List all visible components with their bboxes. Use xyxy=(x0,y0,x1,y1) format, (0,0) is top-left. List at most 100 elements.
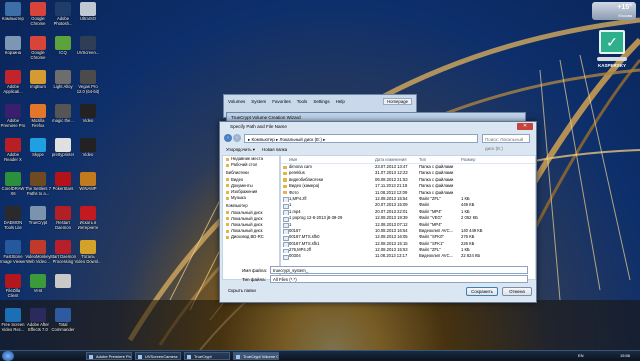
desktop-icon[interactable]: Компьютер xyxy=(0,2,27,22)
nav-item[interactable]: Музыка xyxy=(223,195,279,201)
desktop-icon[interactable]: ImgBurn xyxy=(24,70,52,90)
taskbar-button-truecrypt[interactable]: TrueCrypt xyxy=(184,352,230,360)
taskbar-button-uvscreen[interactable]: UVScreenCamera xyxy=(135,352,181,360)
desktop-icon[interactable]: UVScreen... xyxy=(74,36,102,56)
desktop-icon-label: Mozilla Firefox xyxy=(31,118,45,128)
desktop-icon[interactable]: prettyprinter xyxy=(49,138,77,158)
menu-item[interactable]: Help xyxy=(336,99,345,104)
desktop-icon[interactable]: Adobe Reader X xyxy=(0,138,27,162)
desktop-icon[interactable]: PokerStars xyxy=(49,172,77,192)
column-header[interactable]: Тип xyxy=(419,156,461,163)
table-row[interactable]: 00304 11.08.2013 13:17 Видеоклип AVC... 22 … xyxy=(281,253,535,260)
desktop-icon[interactable]: Video xyxy=(74,138,102,158)
address-bar[interactable]: ▸ Компьютер ▸ Локальный диск (E:) ▸ xyxy=(244,134,478,143)
desktop-icon[interactable]: magic the... xyxy=(49,104,77,124)
cancel-button[interactable]: Отмена xyxy=(502,287,532,296)
file-name: Фото xyxy=(289,189,299,195)
language-indicator[interactable]: EN xyxy=(578,353,584,358)
taskbar-button-wizard[interactable]: TrueCrypt Volume Cre... xyxy=(233,352,279,360)
back-arrow-icon[interactable]: ‹ xyxy=(224,134,232,142)
desktop-icon[interactable]: Adobe Applicati... xyxy=(0,70,27,94)
clock[interactable]: 15:56 xyxy=(620,353,630,358)
desktop-icon[interactable]: VideoMonkey Web Video... xyxy=(24,240,52,264)
desktop-icon-label: FileZilla Client xyxy=(5,288,21,298)
search-input[interactable]: Поиск: Локальный диск (E:) xyxy=(482,134,530,151)
file-name: 00187.MTS.sfk0 xyxy=(289,234,320,240)
column-header[interactable]: Имя xyxy=(281,156,375,163)
desktop-icon[interactable]: Video xyxy=(74,104,102,124)
cell-date: 11.08.2013 13:17 xyxy=(375,253,408,259)
desktop-icon[interactable]: CorelDRAW X6 xyxy=(0,172,27,196)
column-header[interactable]: Размер xyxy=(461,156,491,163)
app-icon xyxy=(55,2,71,16)
desktop-icon[interactable]: ICQ xyxy=(49,36,77,56)
forward-arrow-icon[interactable]: › xyxy=(233,134,241,142)
desktop-icon-label: Корзина xyxy=(5,50,21,55)
menu-item[interactable]: Volumes xyxy=(228,99,245,104)
desktop-icon[interactable]: Restart Daemon xyxy=(49,206,77,230)
nav-item[interactable]: Дисковод BD-RC xyxy=(223,234,279,240)
desktop-icon[interactable]: Adobe Photosh... xyxy=(49,2,77,26)
filename-input[interactable]: truecrypt_system_ xyxy=(270,266,528,274)
nav-item[interactable]: Рабочий стол xyxy=(223,162,279,168)
desktop-icon[interactable]: Skype xyxy=(24,138,52,158)
app-icon xyxy=(30,2,46,16)
app-icon xyxy=(5,240,21,254)
desktop-icon[interactable] xyxy=(49,274,77,289)
weather-gadget[interactable]: +15° Москва xyxy=(592,2,636,20)
desktop-icon[interactable]: DAEMON Tools Lite xyxy=(0,206,27,230)
desktop-icon[interactable]: Google Chrome xyxy=(24,36,52,60)
desktop-icon[interactable]: WINAMP xyxy=(74,172,102,192)
desktop-icon[interactable]: Adobe Premiere Pro xyxy=(0,104,27,128)
desktop-icon[interactable]: Start Daemon Processing xyxy=(49,240,77,264)
new-folder-button[interactable]: Новая папка xyxy=(262,147,287,152)
desktop-icon[interactable]: FastStone Image Viewer xyxy=(0,240,27,264)
desktop-icon[interactable]: The Settlers 7 Paths to a... xyxy=(24,172,52,196)
save-file-dialog[interactable]: Specify Path and File Name ✕ ‹ › ▸ Компь… xyxy=(219,121,537,303)
dialog-title: Specify Path and File Name xyxy=(230,124,287,129)
desktop-icon[interactable]: Total Commander xyxy=(49,308,77,332)
desktop-icon[interactable]: Vegas Pro 12.0 (64-bit) xyxy=(74,70,102,94)
organize-menu[interactable]: Упорядочить ▾ xyxy=(226,147,255,152)
app-icon xyxy=(55,274,71,288)
desktop-icon[interactable]: Light Alloy xyxy=(49,70,77,90)
desktop-icon[interactable]: UltraISO xyxy=(74,2,102,22)
desktop-icon[interactable]: Adobe After Effects 7.0 xyxy=(24,308,52,332)
homepage-button[interactable]: Homepage xyxy=(382,98,412,105)
file-name: 1.mp4 xyxy=(289,208,301,214)
navigation-pane[interactable]: Недавние места Рабочий стол Библиотеки Виде… xyxy=(222,155,280,280)
file-list[interactable]: Имя Дата изменения Тип Размер dimona cam 23.… xyxy=(280,155,536,280)
menu-item[interactable]: Tools xyxy=(297,99,308,104)
menu-item[interactable]: Favorites xyxy=(272,99,291,104)
folder-icon xyxy=(283,184,287,189)
app-icon xyxy=(5,104,21,118)
file-list-header: Имя Дата изменения Тип Размер xyxy=(281,156,535,164)
close-button[interactable]: ✕ xyxy=(517,123,533,130)
desktop-icon[interactable]: Google Chrome xyxy=(24,2,52,26)
menu-item[interactable]: Settings xyxy=(313,99,329,104)
cell-type: Видеоклип AVC... xyxy=(419,253,454,259)
desktop-icon[interactable]: FileZilla Client xyxy=(0,274,27,298)
desktop-icon[interactable]: Искать в Интернете xyxy=(74,206,102,230)
desktop-icon[interactable]: Mozilla Firefox xyxy=(24,104,52,128)
desktop-icon[interactable]: Free Screen Video Rec... xyxy=(0,308,27,332)
kaspersky-gadget[interactable]: ✓ KASPERSKY xyxy=(594,30,630,72)
app-icon xyxy=(80,206,96,220)
desktop-icon-label: UltraISO xyxy=(79,16,97,21)
file-name: 1 poprog 12-8-2013 j8-39-29 xyxy=(289,215,343,221)
taskbar-button-premiere[interactable]: Adobe Premiere Pro ... xyxy=(86,352,132,360)
hide-folders-toggle[interactable]: Скрыть папки xyxy=(228,288,256,293)
desktop-icon[interactable]: Тоталь Video Downl... xyxy=(74,240,102,264)
desktop-icon[interactable]: Vent xyxy=(24,274,52,294)
menu-item[interactable]: System xyxy=(251,99,266,104)
column-header[interactable]: Дата изменения xyxy=(375,156,419,163)
folder-icon xyxy=(283,165,287,169)
desktop-icon[interactable]: TrueCrypt xyxy=(24,206,52,226)
filetype-select[interactable]: All Files (*.*) xyxy=(270,275,528,283)
desktop-icon-label: Skype xyxy=(32,152,44,157)
app-icon xyxy=(30,240,46,254)
file-name: 00187.MTS.sfk1 xyxy=(289,240,320,246)
save-button[interactable]: Сохранить xyxy=(466,287,498,296)
dialog-titlebar[interactable]: Specify Path and File Name ✕ xyxy=(220,122,536,131)
desktop-icon[interactable]: Корзина xyxy=(0,36,27,56)
